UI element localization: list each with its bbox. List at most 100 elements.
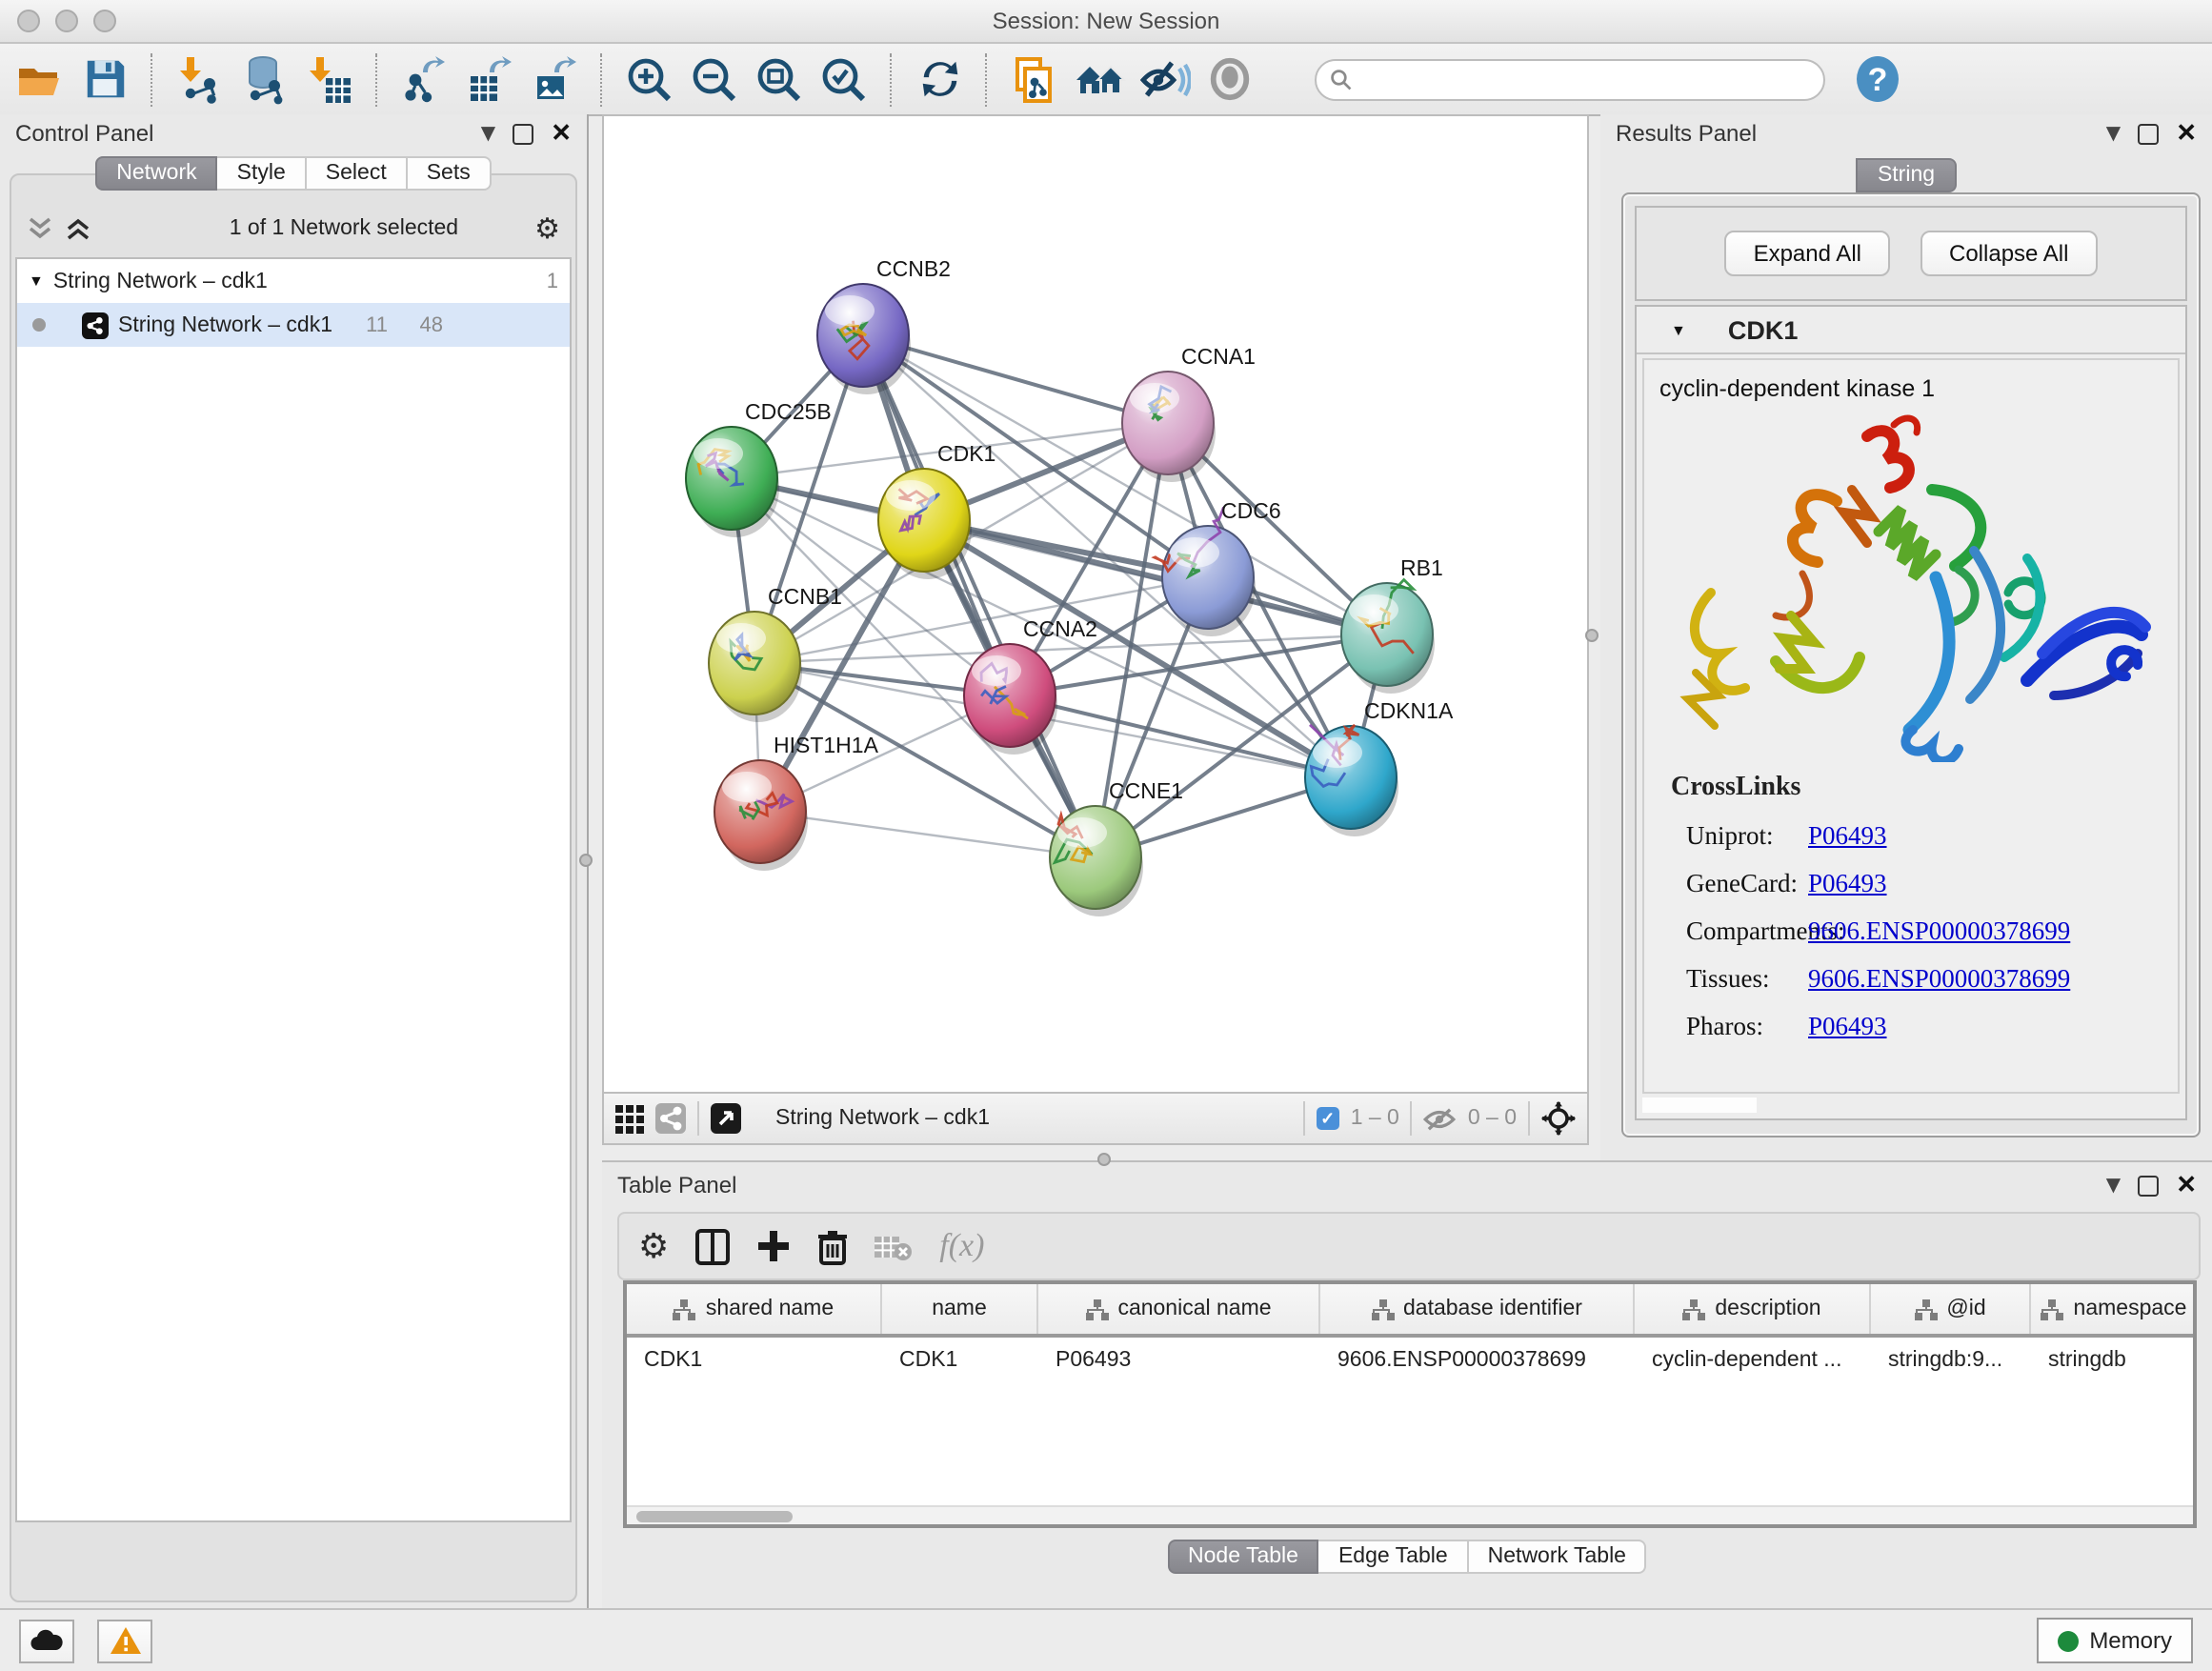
expand-all-button[interactable]: Expand All bbox=[1725, 231, 1890, 276]
memory-button[interactable]: Memory bbox=[2036, 1618, 2193, 1663]
table-cell[interactable]: CDK1 bbox=[882, 1349, 1038, 1372]
tab-network-table[interactable]: Network Table bbox=[1469, 1540, 1647, 1574]
float-panel-icon[interactable] bbox=[2138, 1175, 2159, 1196]
collection-label: String Network – cdk1 bbox=[53, 270, 268, 292]
birdseye-view-icon[interactable] bbox=[711, 1103, 741, 1134]
node-CCNA1[interactable]: CCNA1 bbox=[1122, 344, 1256, 482]
export-network-button[interactable] bbox=[396, 50, 453, 108]
network-row-selected[interactable]: String Network – cdk1 11 48 bbox=[17, 303, 570, 347]
network-options-gear-icon[interactable]: ⚙ bbox=[534, 211, 560, 246]
left-splitter-handle[interactable] bbox=[579, 854, 593, 867]
help-button[interactable]: ? bbox=[1848, 50, 1905, 108]
table-cell[interactable]: 9606.ENSP00000378699 bbox=[1320, 1349, 1635, 1372]
tab-string[interactable]: String bbox=[1857, 158, 1956, 192]
tab-select[interactable]: Select bbox=[307, 156, 408, 191]
network-collection-row[interactable]: ▼ String Network – cdk1 1 bbox=[17, 259, 570, 303]
node-label-CDKN1A: CDKN1A bbox=[1364, 698, 1454, 723]
warnings-button[interactable] bbox=[97, 1619, 152, 1662]
entry-scrollbar[interactable] bbox=[1642, 1097, 1757, 1113]
column-header-description[interactable]: description bbox=[1635, 1284, 1871, 1334]
node-CDKN1A[interactable]: CDKN1A bbox=[1305, 698, 1454, 836]
table-cell[interactable]: cyclin-dependent ... bbox=[1635, 1349, 1871, 1372]
close-panel-icon[interactable]: ✕ bbox=[551, 118, 572, 149]
function-builder-icon[interactable]: f(x) bbox=[939, 1227, 984, 1265]
right-splitter-handle[interactable] bbox=[1585, 629, 1599, 642]
show-all-button[interactable] bbox=[1200, 50, 1257, 108]
collapse-all-icon[interactable] bbox=[27, 217, 53, 240]
show-columns-icon[interactable] bbox=[695, 1228, 730, 1264]
edge-HIST1H1A-CCNE1[interactable] bbox=[760, 812, 1096, 857]
first-neighbors-button[interactable] bbox=[1071, 50, 1128, 108]
crosslink-link[interactable]: P06493 bbox=[1808, 1012, 1887, 1042]
network-share-icon[interactable] bbox=[655, 1103, 686, 1134]
refresh-button[interactable] bbox=[911, 50, 968, 108]
edge-CCNB2-CCNE1[interactable] bbox=[863, 335, 1096, 857]
node-RB1[interactable]: RB1 bbox=[1341, 555, 1443, 694]
column-header-database-identifier[interactable]: database identifier bbox=[1320, 1284, 1635, 1334]
gene-entry-header[interactable]: ▼ CDK1 bbox=[1637, 307, 2185, 354]
new-network-from-selection-button[interactable] bbox=[1006, 50, 1063, 108]
float-panel-icon[interactable] bbox=[513, 123, 533, 144]
float-panel-icon[interactable] bbox=[2138, 123, 2159, 144]
table-cell[interactable]: stringdb:9... bbox=[1871, 1349, 2031, 1372]
node-CDK1[interactable]: CDK1 bbox=[878, 441, 995, 579]
column-header-namespace[interactable]: namespace bbox=[2031, 1284, 2197, 1334]
zoom-in-button[interactable] bbox=[621, 50, 678, 108]
zoom-selected-button[interactable] bbox=[815, 50, 873, 108]
add-column-icon[interactable] bbox=[756, 1229, 791, 1263]
collapse-panel-icon[interactable]: ▼ bbox=[481, 123, 495, 144]
collapse-panel-icon[interactable]: ▼ bbox=[2106, 1175, 2121, 1196]
grid-view-icon[interactable] bbox=[615, 1104, 644, 1133]
fit-content-crosshair-icon[interactable] bbox=[1541, 1101, 1576, 1136]
table-row[interactable]: CDK1CDK1P064939606.ENSP00000378699cyclin… bbox=[627, 1338, 2193, 1383]
expand-all-icon[interactable] bbox=[65, 217, 91, 240]
crosslink-link[interactable]: P06493 bbox=[1808, 821, 1887, 852]
tab-style[interactable]: Style bbox=[218, 156, 307, 191]
delete-column-icon[interactable] bbox=[817, 1228, 848, 1264]
zoom-fit-button[interactable] bbox=[751, 50, 808, 108]
open-session-button[interactable] bbox=[11, 50, 69, 108]
collapse-entry-icon[interactable]: ▼ bbox=[1671, 321, 1686, 338]
column-header--id[interactable]: @id bbox=[1871, 1284, 2031, 1334]
scrollbar-thumb[interactable] bbox=[636, 1510, 793, 1521]
table-options-gear-icon[interactable]: ⚙ bbox=[638, 1226, 669, 1266]
import-table-file-button[interactable] bbox=[301, 50, 358, 108]
selected-checkbox[interactable]: ✓ bbox=[1317, 1107, 1339, 1130]
tab-node-table[interactable]: Node Table bbox=[1167, 1540, 1319, 1574]
tree-expand-icon[interactable]: ▼ bbox=[29, 272, 44, 290]
cloud-status-button[interactable] bbox=[19, 1619, 74, 1662]
close-panel-icon[interactable]: ✕ bbox=[2176, 118, 2197, 149]
column-header-shared-name[interactable]: shared name bbox=[627, 1284, 882, 1334]
crosslink-link[interactable]: 9606.ENSP00000378699 bbox=[1808, 964, 2070, 995]
tab-edge-table[interactable]: Edge Table bbox=[1319, 1540, 1469, 1574]
bottom-splitter-handle[interactable] bbox=[1097, 1153, 1111, 1166]
crosslink-link[interactable]: P06493 bbox=[1808, 869, 1887, 899]
network-canvas[interactable]: CCNB2CCNA1CDC25BCDK1CDC6RB1CCNB1CCNA2CDK… bbox=[602, 114, 1589, 1094]
export-table-button[interactable] bbox=[461, 50, 518, 108]
network-selection-status: 1 of 1 Network selected bbox=[230, 217, 458, 240]
table-cell[interactable]: CDK1 bbox=[627, 1349, 882, 1372]
export-image-button[interactable] bbox=[526, 50, 583, 108]
table-horizontal-scrollbar[interactable] bbox=[627, 1505, 2193, 1524]
save-session-button[interactable] bbox=[76, 50, 133, 108]
table-cell[interactable]: stringdb bbox=[2031, 1349, 2197, 1372]
search-input[interactable] bbox=[1360, 66, 1810, 92]
tab-sets[interactable]: Sets bbox=[408, 156, 492, 191]
table-cell[interactable]: P06493 bbox=[1038, 1349, 1320, 1372]
collapse-panel-icon[interactable]: ▼ bbox=[2106, 123, 2121, 144]
search-field[interactable] bbox=[1315, 58, 1825, 100]
delete-table-icon[interactable] bbox=[875, 1232, 913, 1260]
column-header-canonical-name[interactable]: canonical name bbox=[1038, 1284, 1320, 1334]
node-HIST1H1A[interactable]: HIST1H1A bbox=[714, 733, 879, 871]
import-network-file-button[interactable] bbox=[171, 50, 229, 108]
zoom-out-button[interactable] bbox=[686, 50, 743, 108]
hide-selected-button[interactable] bbox=[1136, 50, 1193, 108]
collapse-all-button[interactable]: Collapse All bbox=[1920, 231, 2097, 276]
column-header-name[interactable]: name bbox=[882, 1284, 1038, 1334]
tab-network[interactable]: Network bbox=[95, 156, 217, 191]
attribute-type-icon bbox=[2041, 1299, 2064, 1319]
hidden-eye-icon[interactable] bbox=[1424, 1106, 1457, 1131]
crosslink-link[interactable]: 9606.ENSP00000378699 bbox=[1808, 916, 2070, 947]
close-panel-icon[interactable]: ✕ bbox=[2176, 1170, 2197, 1200]
import-network-database-button[interactable] bbox=[236, 50, 293, 108]
